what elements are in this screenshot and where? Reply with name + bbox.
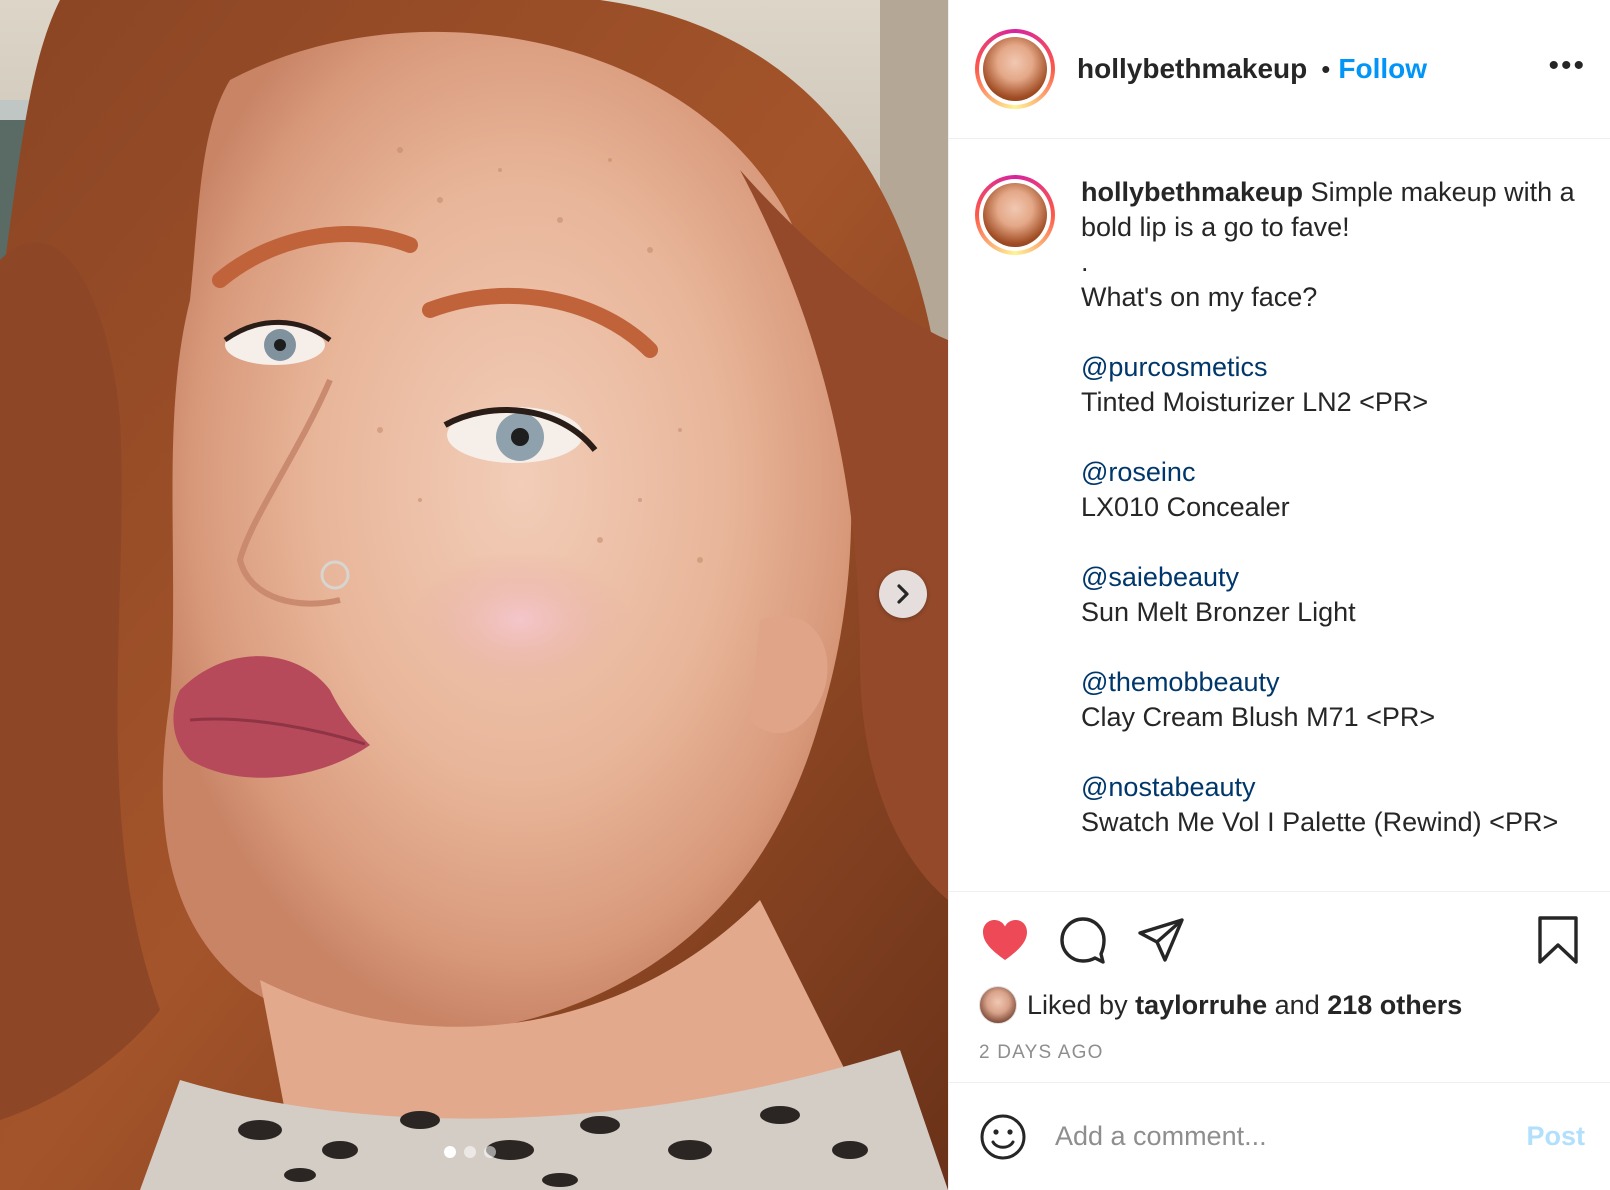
post-actions: Liked by taylorruhe and 218 others 2 DAY… xyxy=(949,891,1610,1081)
bookmark-icon xyxy=(1538,916,1578,964)
likes-prefix: Liked by xyxy=(1027,989,1128,1020)
post-header: hollybethmakeup • Follow ••• xyxy=(949,0,1610,139)
avatar xyxy=(983,183,1047,247)
comment-button[interactable] xyxy=(1057,914,1109,966)
add-comment-bar: Post xyxy=(949,1082,1610,1190)
slide-dot xyxy=(484,1146,496,1158)
likes-others[interactable]: 218 others xyxy=(1327,990,1462,1021)
mention-link[interactable]: @nostabeauty xyxy=(1081,770,1581,805)
product-name: LX010 Concealer xyxy=(1081,492,1290,522)
follow-button[interactable]: Follow xyxy=(1338,53,1427,85)
post-photo xyxy=(0,0,948,1190)
more-options-icon[interactable]: ••• xyxy=(1548,51,1586,81)
post-sidebar: hollybethmakeup • Follow ••• hollybethma… xyxy=(948,0,1610,1190)
caption-avatar[interactable] xyxy=(975,175,1055,255)
mention-link[interactable]: @themobbeauty xyxy=(1081,665,1581,700)
instagram-post: hollybethmakeup • Follow ••• hollybethma… xyxy=(0,0,1610,1190)
story-ring[interactable] xyxy=(975,29,1055,109)
next-slide-button[interactable] xyxy=(879,570,927,618)
caption-username[interactable]: hollybethmakeup xyxy=(1081,177,1303,207)
caption-dot: . xyxy=(1081,247,1089,277)
smiley-icon[interactable] xyxy=(979,1113,1027,1161)
action-icons xyxy=(979,914,1584,966)
mention-link[interactable]: @saiebeauty xyxy=(1081,560,1581,595)
save-button[interactable] xyxy=(1532,914,1584,966)
slide-dot xyxy=(464,1146,476,1158)
comment-icon xyxy=(1060,917,1106,964)
chevron-right-icon xyxy=(897,584,909,604)
product-name: Sun Melt Bronzer Light xyxy=(1081,597,1356,627)
avatar xyxy=(983,37,1047,101)
likes-and: and xyxy=(1274,989,1320,1020)
liker-avatar[interactable] xyxy=(979,986,1017,1024)
heart-icon xyxy=(983,920,1027,960)
comment-input[interactable] xyxy=(1055,1121,1527,1152)
post-timestamp[interactable]: 2 DAYS AGO xyxy=(979,1042,1584,1064)
share-button[interactable] xyxy=(1135,914,1187,966)
like-button[interactable] xyxy=(979,914,1031,966)
caption-text: hollybethmakeup Simple makeup with a bol… xyxy=(1081,175,1581,891)
caption-question: What's on my face? xyxy=(1081,282,1318,312)
caption-area: hollybethmakeup Simple makeup with a bol… xyxy=(949,139,1610,891)
product-name: Clay Cream Blush M71 <PR> xyxy=(1081,702,1436,732)
likes-summary: Liked by taylorruhe and 218 others xyxy=(979,986,1584,1024)
product-name: Swatch Me Vol I Palette (Rewind) <PR> xyxy=(1081,807,1559,837)
mention-link[interactable]: @purcosmetics xyxy=(1081,350,1581,385)
post-media[interactable] xyxy=(0,0,948,1190)
liked-by-user[interactable]: taylorruhe xyxy=(1135,990,1267,1021)
slide-indicator xyxy=(444,1146,496,1158)
paper-plane-icon xyxy=(1138,918,1184,962)
product-name: Tinted Moisturizer LN2 <PR> xyxy=(1081,387,1429,417)
header-separator: • xyxy=(1321,53,1331,84)
mention-link[interactable]: @roseinc xyxy=(1081,455,1581,490)
header-username[interactable]: hollybethmakeup xyxy=(1077,53,1307,85)
slide-dot-active xyxy=(444,1146,456,1158)
post-comment-button[interactable]: Post xyxy=(1526,1121,1585,1152)
